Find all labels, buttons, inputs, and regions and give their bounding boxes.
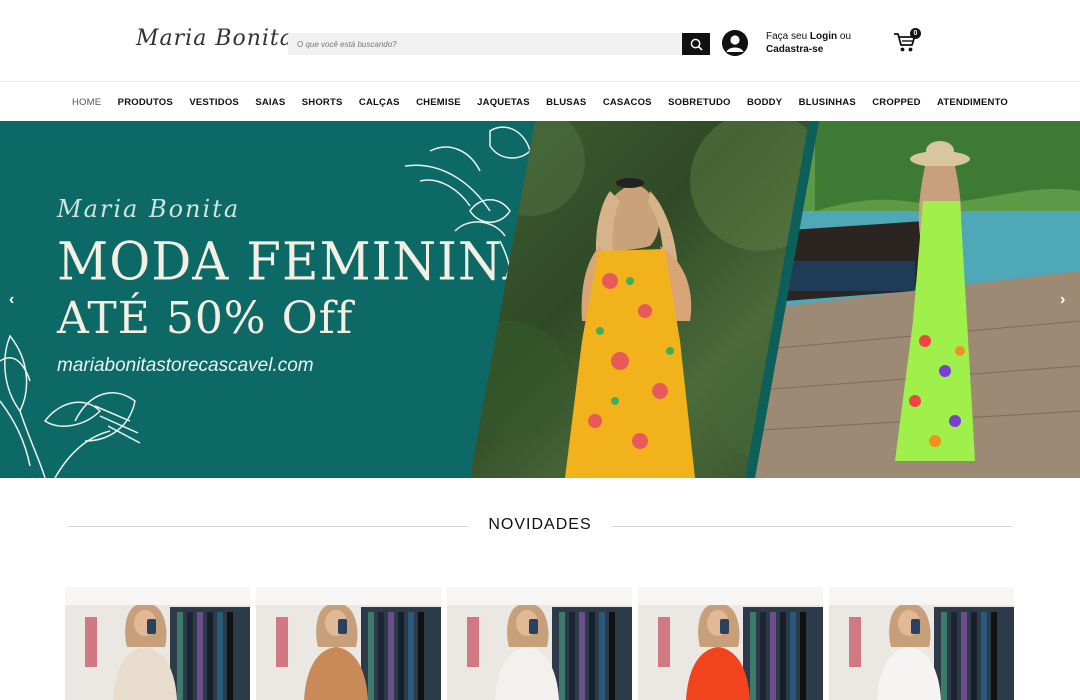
search-bar (288, 33, 710, 55)
product-photo (256, 587, 441, 700)
product-card[interactable] (447, 587, 632, 700)
banner-headline: MODA FEMININA (57, 231, 540, 292)
nav-item-vestidos[interactable]: VESTIDOS (189, 97, 239, 108)
product-grid (65, 587, 1015, 700)
nav-item-cropped[interactable]: CROPPED (872, 97, 920, 108)
site-header: Maria Bonita Faça seu Login ou Cadastra-… (0, 0, 1080, 82)
hero-banner[interactable]: Maria Bonita MODA FEMININA ATÉ 50% Off m… (0, 121, 1080, 478)
login-or: ou (837, 31, 852, 42)
cart-count-badge: 0 (910, 28, 921, 39)
main-nav: HOME PRODUTOS VESTIDOS SAIAS SHORTS CALÇAS CHE… (0, 83, 1080, 121)
search-icon (690, 38, 703, 51)
product-card[interactable] (638, 587, 823, 700)
banner-brand-script: Maria Bonita (57, 195, 241, 223)
product-photo (447, 587, 632, 700)
nav-item-atendimento[interactable]: ATENDIMENTO (937, 97, 1008, 108)
nav-item-chemise[interactable]: CHEMISE (416, 97, 461, 108)
product-photo (638, 587, 823, 700)
product-photo (65, 587, 250, 700)
nav-item-jaquetas[interactable]: JAQUETAS (477, 97, 530, 108)
nav-item-casacos[interactable]: CASACOS (603, 97, 652, 108)
carousel-next-arrow-icon[interactable]: › (1060, 291, 1065, 309)
login-prompt: Faça seu Login ou Cadastra-se (766, 30, 851, 56)
section-title: NOVIDADES (488, 516, 592, 533)
nav-item-sobretudo[interactable]: SOBRETUDO (668, 97, 731, 108)
nav-item-cal-as[interactable]: CALÇAS (359, 97, 400, 108)
search-input[interactable] (288, 33, 678, 55)
nav-item-saias[interactable]: SAIAS (255, 97, 285, 108)
login-prefix: Faça seu (766, 31, 810, 42)
cart-button[interactable]: 0 (893, 28, 921, 56)
product-card[interactable] (65, 587, 250, 700)
nav-item-produtos[interactable]: PRODUTOS (118, 97, 173, 108)
product-card[interactable] (256, 587, 441, 700)
register-link[interactable]: Cadastra-se (766, 44, 823, 55)
nav-item-blusas[interactable]: BLUSAS (546, 97, 586, 108)
banner-discount: ATÉ 50% Off (57, 293, 354, 344)
user-avatar-icon[interactable] (722, 30, 748, 56)
search-button[interactable] (682, 33, 710, 55)
banner-teal-panel: Maria Bonita MODA FEMININA ATÉ 50% Off m… (0, 121, 560, 478)
login-link[interactable]: Login (810, 31, 837, 42)
banner-url: mariabonitastorecascavel.com (57, 355, 314, 376)
nav-item-blusinhas[interactable]: BLUSINHAS (799, 97, 856, 108)
product-card[interactable] (829, 587, 1014, 700)
nav-item-boddy[interactable]: BODDY (747, 97, 782, 108)
product-photo (829, 587, 1014, 700)
nav-item-shorts[interactable]: SHORTS (302, 97, 343, 108)
brand-logo[interactable]: Maria Bonita (136, 26, 294, 51)
carousel-prev-arrow-icon[interactable]: ‹ (9, 291, 14, 309)
nav-item-home[interactable]: HOME (72, 97, 101, 108)
